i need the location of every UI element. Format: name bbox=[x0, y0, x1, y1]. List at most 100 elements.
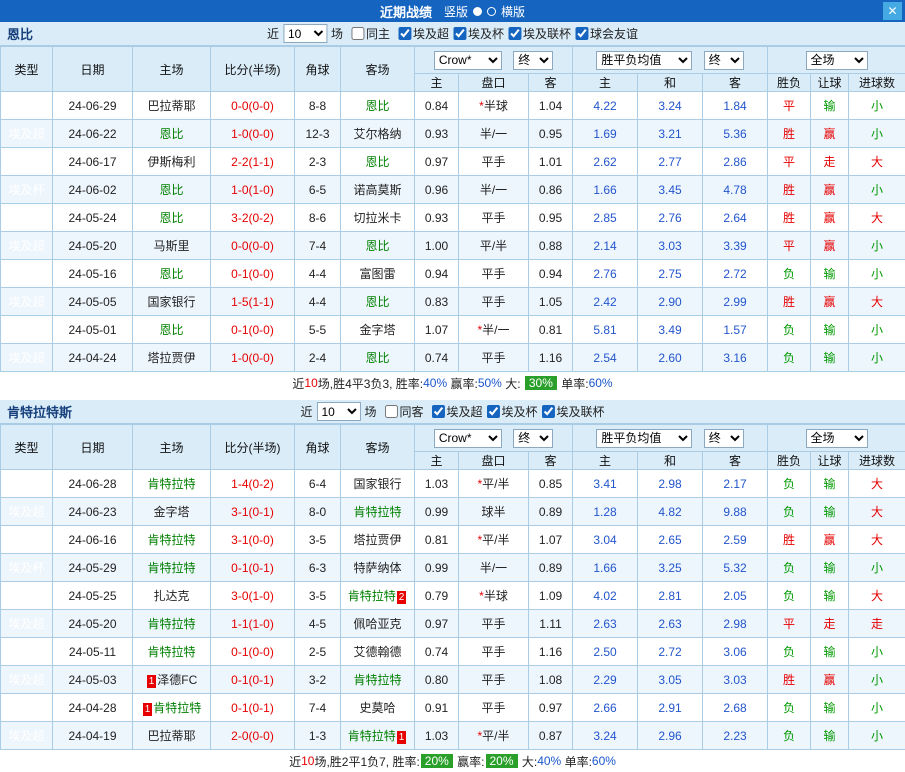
corner-cell: 5-5 bbox=[295, 316, 341, 344]
away-team-cell: 肯特拉特 bbox=[341, 666, 415, 694]
summary-part: 30% bbox=[525, 376, 557, 390]
asian-home-odds-cell: 0.74 bbox=[415, 638, 459, 666]
league-checkbox[interactable] bbox=[398, 27, 411, 40]
same-side-filter[interactable]: 同主 bbox=[347, 25, 390, 42]
horizontal-layout-radio[interactable] bbox=[487, 7, 496, 16]
match-row: 埃及超24-05-01恩比0-1(0-0)5-5金字塔1.07*半/一0.815… bbox=[1, 316, 905, 344]
score-cell: 3-1(0-0) bbox=[211, 526, 295, 554]
score-cell: 0-1(0-0) bbox=[211, 638, 295, 666]
league-filter[interactable]: 埃及超 bbox=[394, 25, 449, 42]
corner-cell: 2-3 bbox=[295, 148, 341, 176]
handicap-text: 平/半 bbox=[482, 729, 509, 743]
team-rank-badge: 2 bbox=[397, 591, 407, 604]
scope-select[interactable]: 全场 bbox=[806, 51, 868, 70]
eu-home-odds-cell: 3.04 bbox=[573, 526, 638, 554]
eu-draw-odds-cell: 2.76 bbox=[638, 204, 703, 232]
asian-away-odds-cell: 0.94 bbox=[529, 260, 573, 288]
same-side-checkbox[interactable] bbox=[384, 405, 397, 418]
bookmaker-select[interactable]: Crow* bbox=[434, 429, 502, 448]
near-count-select[interactable]: 10 bbox=[283, 24, 327, 43]
handicap-text: 平手 bbox=[481, 673, 505, 687]
handicap-cell: 平手 bbox=[459, 694, 529, 722]
eu-away-odds-cell: 3.39 bbox=[703, 232, 768, 260]
league-filter[interactable]: 埃及联杯 bbox=[504, 25, 571, 42]
col-header-goals: 进球数 bbox=[849, 74, 905, 92]
league-checkbox[interactable] bbox=[432, 405, 445, 418]
handicap-cell: 平手 bbox=[459, 638, 529, 666]
summary-part: 单率: bbox=[558, 375, 589, 392]
home-team-cell: 肯特拉特 bbox=[133, 638, 211, 666]
odds-stage-select[interactable]: 终 bbox=[513, 429, 553, 448]
home-team-cell: 肯特拉特 bbox=[133, 470, 211, 498]
match-row: 埃及超24-05-20马斯里0-0(0-0)7-4恩比1.00平/半0.882.… bbox=[1, 232, 905, 260]
team-name: 肯特拉特 bbox=[147, 561, 195, 575]
match-row: 埃及超24-05-25扎达克3-0(1-0)3-5肯特拉特20.79*半球1.0… bbox=[1, 582, 905, 610]
league-filter[interactable]: 埃及超 bbox=[428, 403, 483, 420]
scope-select[interactable]: 全场 bbox=[806, 429, 868, 448]
handicap-result-cell: 输 bbox=[811, 554, 849, 582]
matches-table: 类型 日期 主场 比分(半场) 角球 客场 Crow* 终 胜平负均值 终 全场 bbox=[0, 424, 905, 750]
match-row: 埃及超24-05-16恩比0-1(0-0)4-4富图雷0.94平手0.942.7… bbox=[1, 260, 905, 288]
league-checkbox[interactable] bbox=[453, 27, 466, 40]
match-row: 埃及杯24-05-29肯特拉特0-1(0-1)6-3特萨纳体0.99半/一0.8… bbox=[1, 554, 905, 582]
league-filters: 埃及超埃及杯 埃及联杯 bbox=[428, 403, 605, 421]
asian-away-odds-cell: 1.04 bbox=[529, 92, 573, 120]
col-header-handicap-result: 让球 bbox=[811, 74, 849, 92]
near-count-select[interactable]: 10 bbox=[316, 402, 360, 421]
eu-draw-odds-cell: 2.91 bbox=[638, 694, 703, 722]
same-side-filter[interactable]: 同客 bbox=[380, 403, 423, 420]
eu-draw-odds-cell: 2.75 bbox=[638, 260, 703, 288]
bookmaker-select[interactable]: Crow* bbox=[434, 51, 502, 70]
team-section: 恩比 近 10 场 同主 埃及超埃及杯埃及联杯球会友谊 类型 日期 主场 比分(… bbox=[0, 22, 905, 394]
handicap-result-cell: 输 bbox=[811, 92, 849, 120]
europe-odds-select[interactable]: 胜平负均值 bbox=[596, 429, 692, 448]
league-filter[interactable]: 埃及联杯 bbox=[538, 403, 605, 420]
home-team-cell: 恩比 bbox=[133, 176, 211, 204]
asian-home-odds-cell: 0.81 bbox=[415, 526, 459, 554]
league-label: 埃及联杯 bbox=[557, 403, 605, 420]
titlebar: 近期战绩 竖版 横版 ✕ bbox=[0, 0, 905, 22]
handicap-result-cell: 赢 bbox=[811, 176, 849, 204]
away-team-cell: 切拉米卡 bbox=[341, 204, 415, 232]
eu-draw-odds-cell: 3.03 bbox=[638, 232, 703, 260]
score-cell: 1-0(1-0) bbox=[211, 176, 295, 204]
same-side-checkbox[interactable] bbox=[351, 27, 364, 40]
asian-away-odds-cell: 1.01 bbox=[529, 148, 573, 176]
europe-stage-select[interactable]: 终 bbox=[704, 429, 744, 448]
league-checkbox[interactable] bbox=[542, 405, 555, 418]
match-result-cell: 胜 bbox=[768, 176, 811, 204]
team-name: 艾德翰德 bbox=[353, 645, 401, 659]
match-row: 埃及超24-06-28肯特拉特1-4(0-2)6-4国家银行1.03*平/半0.… bbox=[1, 470, 905, 498]
match-result-cell: 负 bbox=[768, 582, 811, 610]
europe-odds-select[interactable]: 胜平负均值 bbox=[596, 51, 692, 70]
match-result-cell: 负 bbox=[768, 344, 811, 372]
eu-home-odds-cell: 2.42 bbox=[573, 288, 638, 316]
league-type-cell: 埃及超 bbox=[1, 694, 53, 722]
league-checkbox[interactable] bbox=[487, 405, 500, 418]
odds-stage-select[interactable]: 终 bbox=[513, 51, 553, 70]
goals-result-cell: 大 bbox=[849, 498, 905, 526]
score-cell: 0-1(0-1) bbox=[211, 694, 295, 722]
match-result-cell: 负 bbox=[768, 638, 811, 666]
match-result-cell: 胜 bbox=[768, 666, 811, 694]
eu-home-odds-cell: 2.66 bbox=[573, 694, 638, 722]
score-cell: 1-5(1-1) bbox=[211, 288, 295, 316]
score-cell: 0-0(0-0) bbox=[211, 232, 295, 260]
eu-home-odds-cell: 3.24 bbox=[573, 722, 638, 750]
handicap-text: 半球 bbox=[484, 99, 508, 113]
league-checkbox[interactable] bbox=[575, 27, 588, 40]
league-filter[interactable]: 球会友谊 bbox=[571, 25, 638, 42]
corner-cell: 7-4 bbox=[295, 232, 341, 260]
handicap-text: 平手 bbox=[481, 351, 505, 365]
europe-stage-select[interactable]: 终 bbox=[704, 51, 744, 70]
match-result-cell: 平 bbox=[768, 610, 811, 638]
team-name: 肯特拉特 bbox=[353, 505, 401, 519]
league-checkbox[interactable] bbox=[508, 27, 521, 40]
close-button[interactable]: ✕ bbox=[883, 2, 902, 20]
vertical-layout-radio[interactable] bbox=[473, 7, 482, 16]
col-header-eu-home: 主 bbox=[573, 74, 638, 92]
summary-part: 20% bbox=[486, 754, 518, 768]
eu-home-odds-cell: 2.63 bbox=[573, 610, 638, 638]
league-filter[interactable]: 埃及杯 bbox=[449, 25, 504, 42]
league-filter[interactable]: 埃及杯 bbox=[483, 403, 538, 420]
